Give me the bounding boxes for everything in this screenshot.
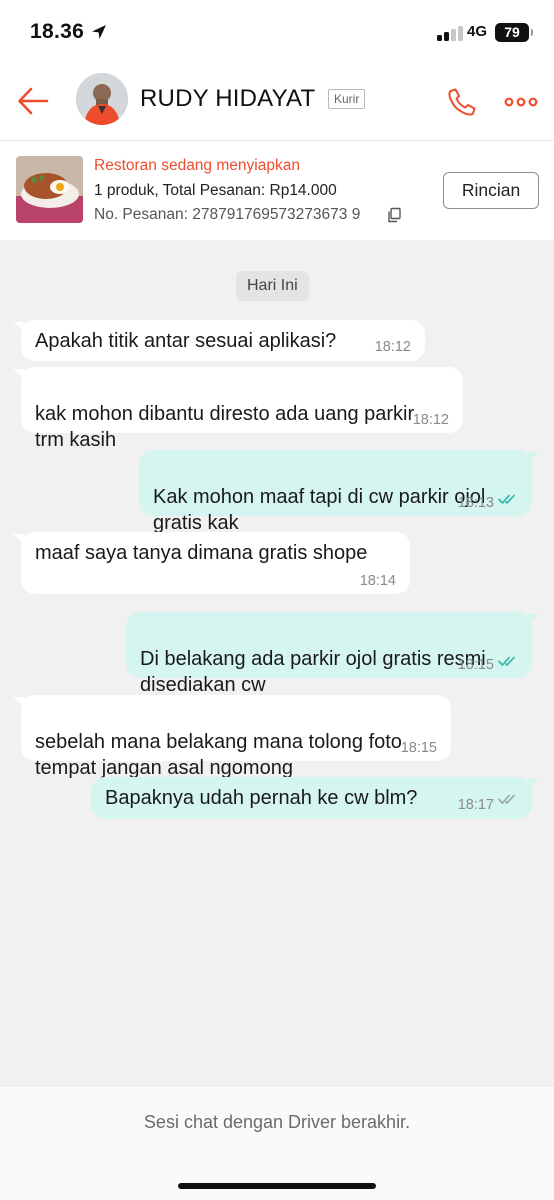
location-arrow-icon <box>92 25 106 39</box>
back-arrow-icon[interactable] <box>16 84 50 118</box>
message-bubble-incoming[interactable]: sebelah mana belakang mana tolong foto t… <box>13 695 451 779</box>
battery-level: 79 <box>504 24 520 40</box>
food-image <box>16 156 83 223</box>
message-time: 18:15 <box>400 740 437 756</box>
product-thumbnail[interactable] <box>16 156 83 223</box>
message-time: 18:15 <box>457 657 494 673</box>
double-check-icon <box>498 656 515 666</box>
message-time: 18:13 <box>457 495 494 511</box>
order-details-button[interactable]: Rincian <box>443 172 539 209</box>
chat-header: RUDY HIDAYAT Kurir <box>0 66 554 140</box>
message-bubble-outgoing[interactable]: Di belakang ada parkir ojol gratis resmi… <box>126 612 540 696</box>
message-bubble-outgoing[interactable]: Kak mohon maaf tapi di cw parkir ojol gr… <box>139 450 540 534</box>
message-bubble-outgoing[interactable]: Bapaknya udah pernah ke cw blm? 18:17 <box>91 777 540 819</box>
message-text: Bapaknya udah pernah ke cw blm? <box>105 787 418 809</box>
message-text: kak mohon dibantu diresto ada uang parki… <box>35 403 415 451</box>
status-time: 18.36 <box>30 20 85 43</box>
double-check-icon <box>498 494 515 504</box>
date-separator: Hari Ini <box>236 271 309 301</box>
chat-ended-notice: Sesi chat dengan Driver berakhir. <box>143 1112 411 1132</box>
message-text: Di belakang ada parkir ojol gratis resmi… <box>140 648 486 696</box>
message-text: sebelah mana belakang mana tolong foto t… <box>35 731 402 779</box>
role-badge: Kurir <box>328 89 366 109</box>
signal-icon <box>437 25 463 41</box>
message-text: maaf saya tanya dimana gratis shope <box>35 542 368 564</box>
avatar-image <box>76 73 128 125</box>
battery-indicator: 79 <box>495 23 533 42</box>
order-status: Restoran sedang menyiapkan <box>94 157 300 174</box>
message-text: Kak mohon maaf tapi di cw parkir ojol gr… <box>153 486 486 534</box>
chat-ended-footer: Sesi chat dengan Driver berakhir. <box>0 1085 554 1200</box>
message-bubble-incoming[interactable]: Apakah titik antar sesuai aplikasi? 18:1… <box>13 320 425 361</box>
avatar[interactable] <box>76 73 128 125</box>
double-check-icon <box>498 794 515 804</box>
network-type: 4G <box>467 23 488 40</box>
order-number: No. Pesanan: 278791769573273673 9 <box>94 206 361 223</box>
message-text: Apakah titik antar sesuai aplikasi? <box>35 330 337 352</box>
status-bar: 18.36 4G 79 <box>0 0 554 66</box>
more-icon[interactable] <box>504 92 538 112</box>
home-indicator[interactable] <box>178 1183 376 1189</box>
message-bubble-incoming[interactable]: kak mohon dibantu diresto ada uang parki… <box>13 367 463 451</box>
phone-icon[interactable] <box>446 86 478 118</box>
order-card: Restoran sedang menyiapkan 1 produk, Tot… <box>0 140 554 240</box>
message-bubble-incoming[interactable]: maaf saya tanya dimana gratis shope 18:1… <box>13 532 410 594</box>
message-time: 18:12 <box>412 412 449 428</box>
order-summary: 1 produk, Total Pesanan: Rp14.000 <box>94 182 337 199</box>
contact-name: RUDY HIDAYAT <box>140 85 316 112</box>
message-time: 18:17 <box>457 797 494 813</box>
chat-messages[interactable]: Hari Ini Apakah titik antar sesuai aplik… <box>0 240 554 1085</box>
copy-icon[interactable] <box>386 207 402 223</box>
message-time: 18:14 <box>359 573 396 589</box>
message-time: 18:12 <box>374 339 411 355</box>
